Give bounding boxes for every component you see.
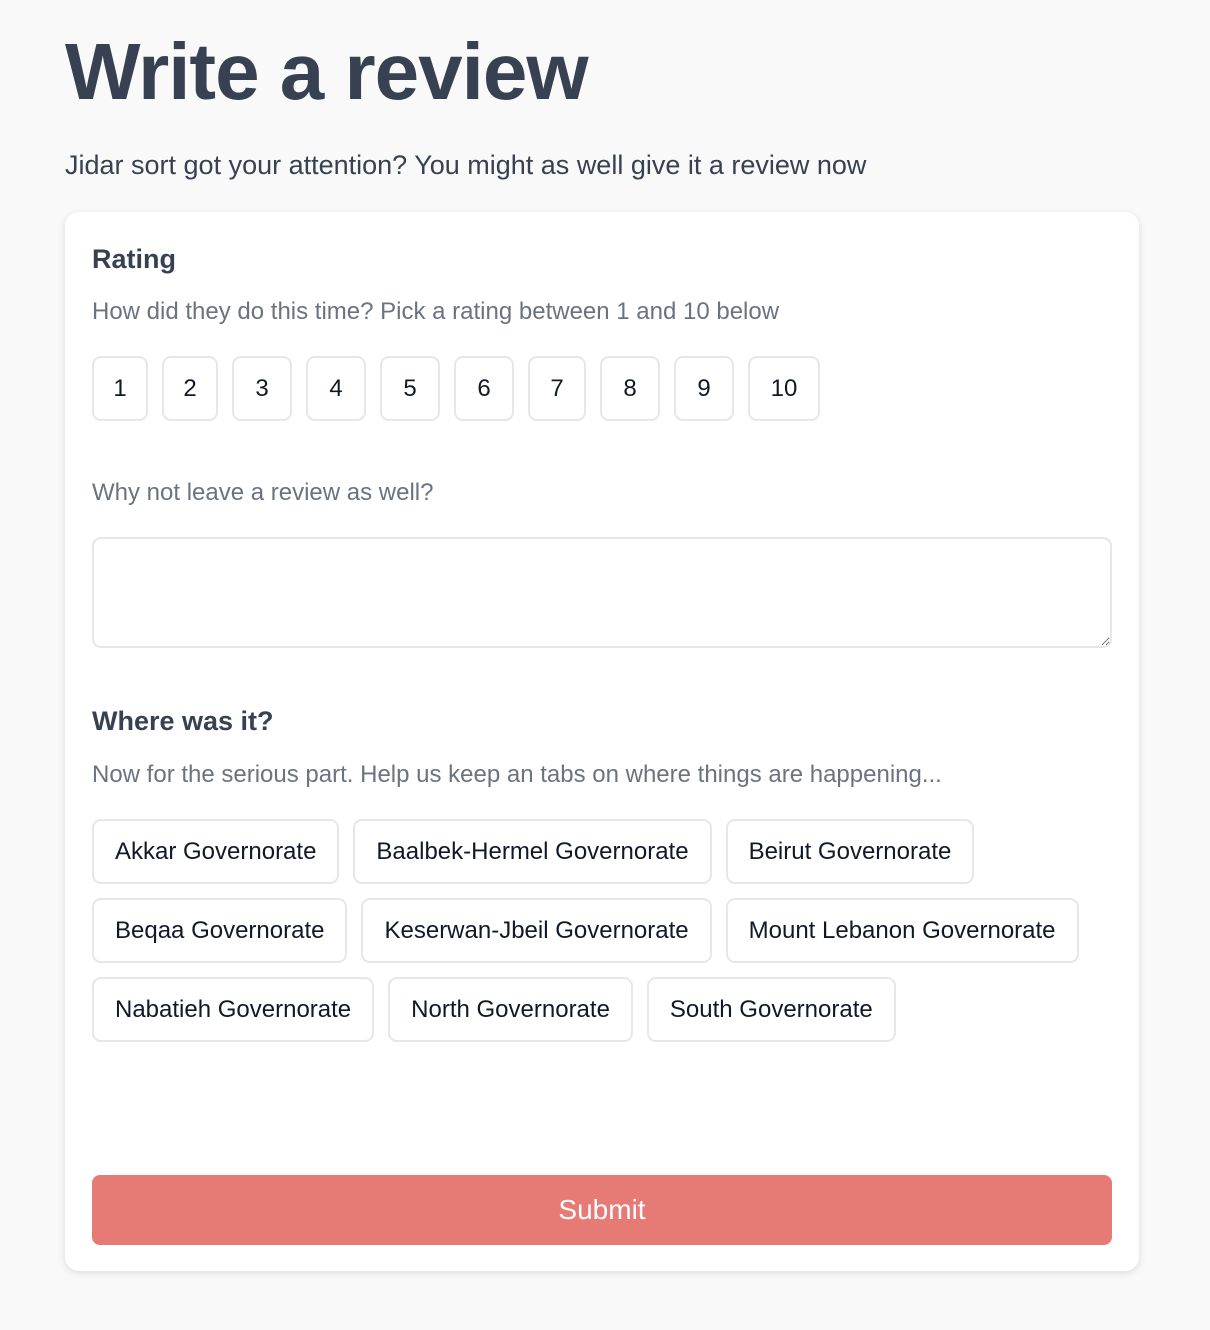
rating-option-1[interactable]: 1	[92, 356, 148, 421]
rating-option-9[interactable]: 9	[674, 356, 734, 421]
submit-button[interactable]: Submit	[92, 1175, 1112, 1245]
rating-option-8[interactable]: 8	[600, 356, 660, 421]
rating-options: 1 2 3 4 5 6 7 8 9 10	[92, 356, 820, 421]
page-title: Write a review	[65, 27, 589, 116]
review-form-card: Rating How did they do this time? Pick a…	[65, 212, 1139, 1271]
rating-option-7[interactable]: 7	[528, 356, 586, 421]
governorate-options: Akkar Governorate Baalbek-Hermel Governo…	[92, 819, 1112, 1042]
governorate-option-beqaa[interactable]: Beqaa Governorate	[92, 898, 348, 963]
governorate-option-beirut[interactable]: Beirut Governorate	[725, 819, 975, 884]
rating-option-10[interactable]: 10	[748, 356, 820, 421]
governorate-option-south[interactable]: South Governorate	[646, 977, 896, 1042]
rating-option-6[interactable]: 6	[454, 356, 514, 421]
review-textarea[interactable]	[92, 537, 1112, 648]
rating-option-2[interactable]: 2	[162, 356, 218, 421]
governorate-option-akkar[interactable]: Akkar Governorate	[92, 819, 340, 884]
governorate-option-north[interactable]: North Governorate	[388, 977, 633, 1042]
governorate-option-baalbek-hermel[interactable]: Baalbek-Hermel Governorate	[353, 819, 712, 884]
location-description: Now for the serious part. Help us keep a…	[92, 761, 942, 788]
rating-option-3[interactable]: 3	[232, 356, 292, 421]
governorate-option-mount-lebanon[interactable]: Mount Lebanon Governorate	[725, 898, 1079, 963]
review-prompt: Why not leave a review as well?	[92, 479, 434, 506]
rating-option-5[interactable]: 5	[380, 356, 440, 421]
rating-title: Rating	[92, 244, 176, 274]
location-title: Where was it?	[92, 706, 274, 736]
rating-description: How did they do this time? Pick a rating…	[92, 298, 780, 325]
rating-option-4[interactable]: 4	[306, 356, 366, 421]
page-subtitle: Jidar sort got your attention? You might…	[65, 150, 867, 180]
governorate-option-keserwan-jbeil[interactable]: Keserwan-Jbeil Governorate	[361, 898, 712, 963]
governorate-option-nabatieh[interactable]: Nabatieh Governorate	[92, 977, 375, 1042]
